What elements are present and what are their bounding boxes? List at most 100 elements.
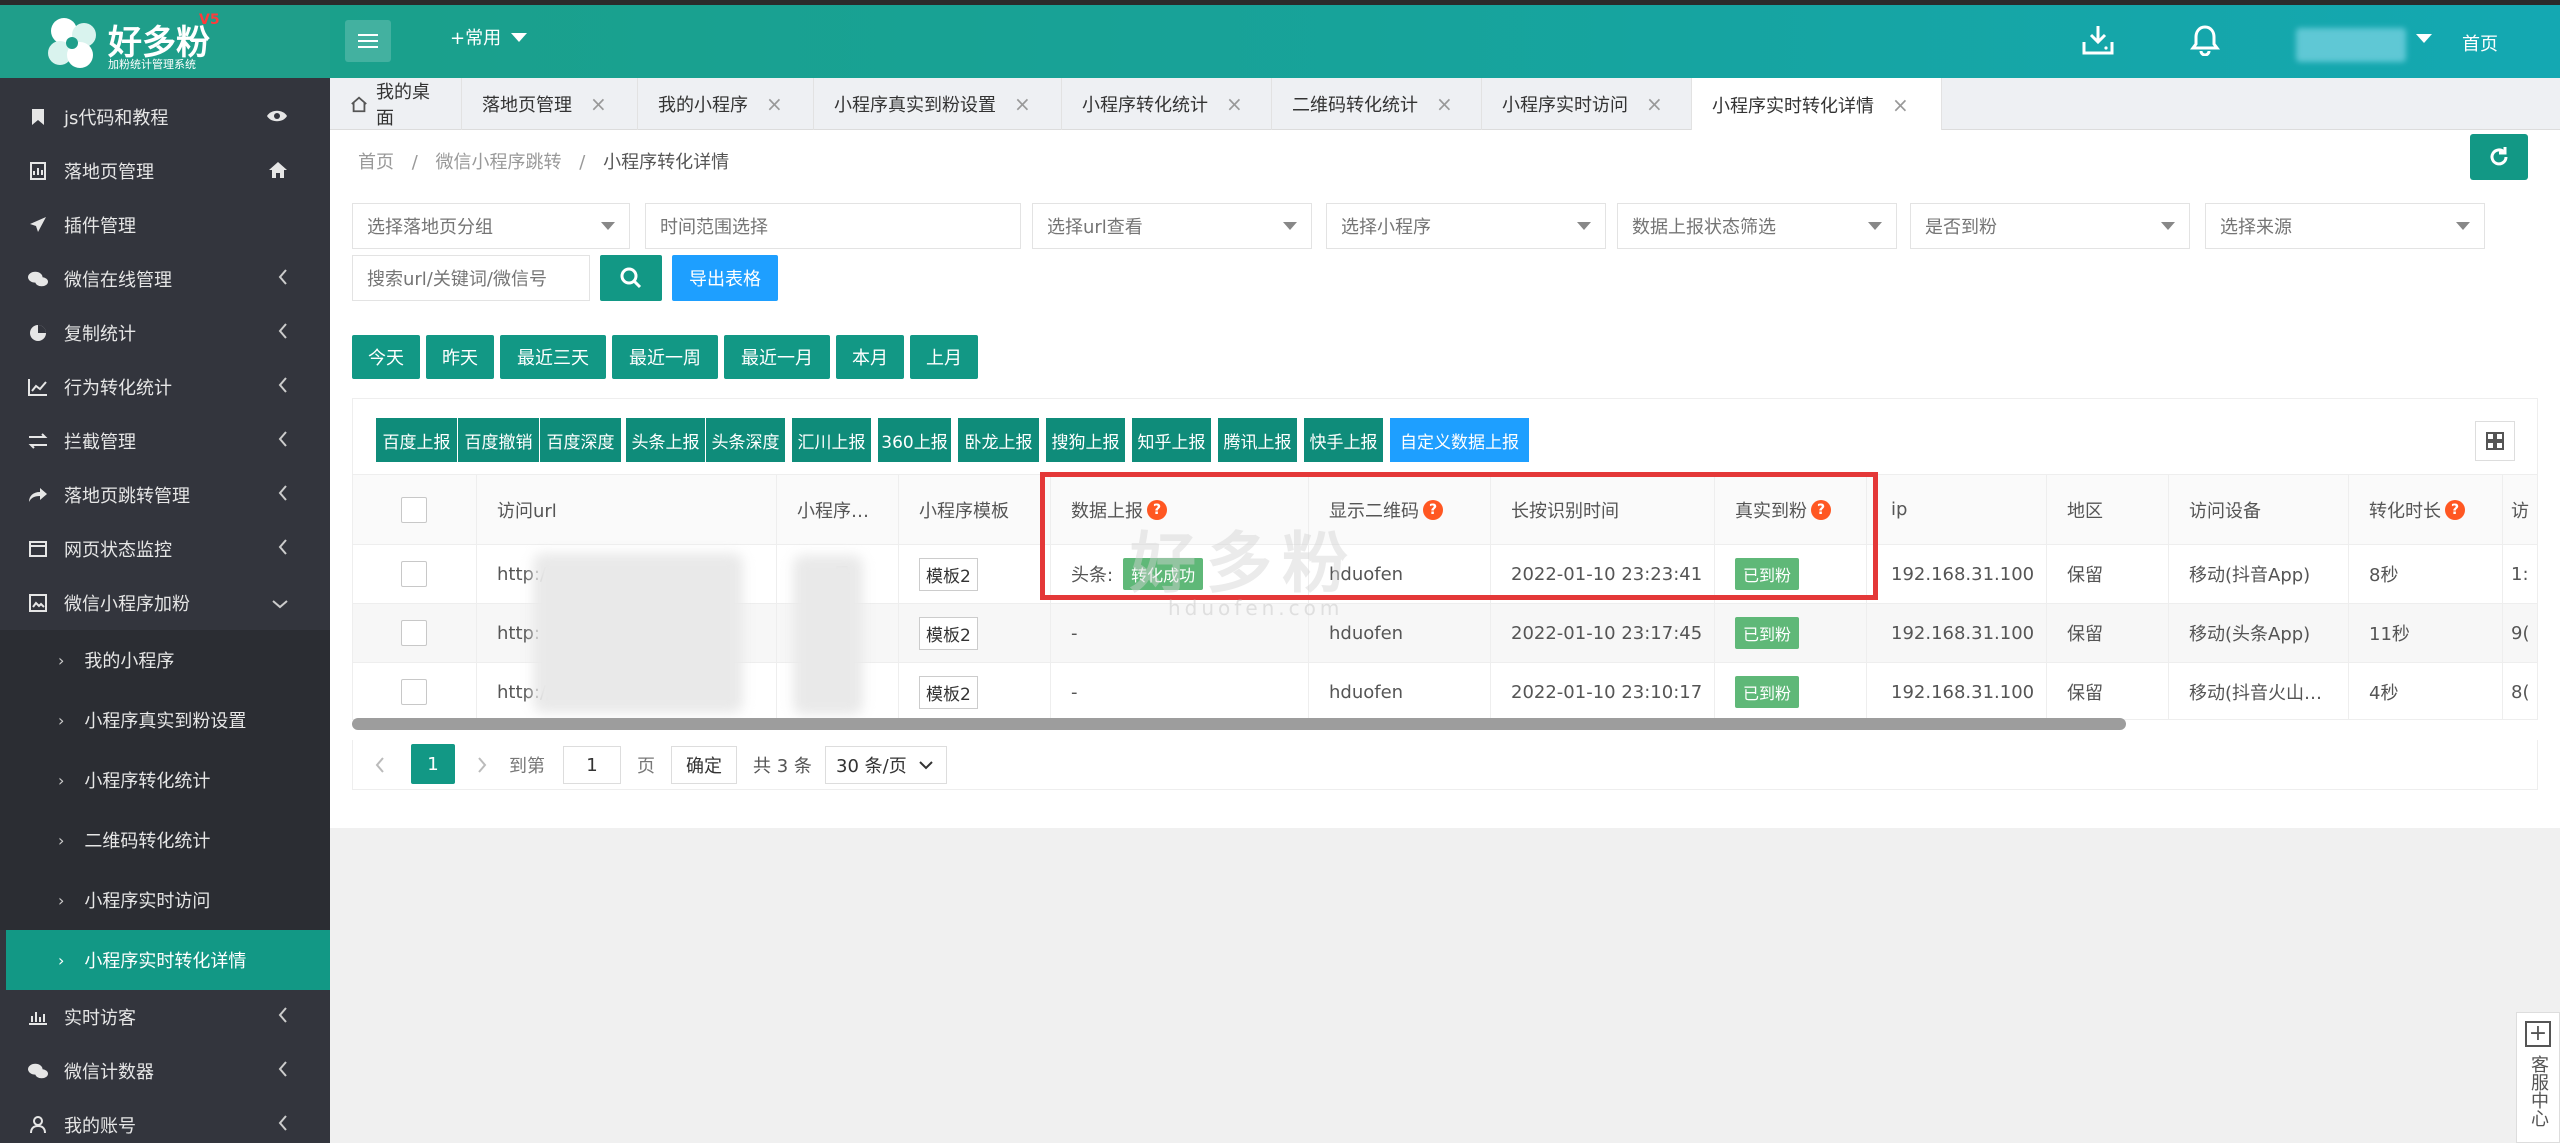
tab-realtime-visits[interactable]: 小程序实时访问 × (1482, 78, 1692, 130)
report-wolong-button[interactable]: 卧龙上报 (958, 418, 1040, 462)
next-page-button[interactable] (477, 740, 487, 790)
close-icon[interactable]: × (1014, 92, 1031, 116)
chevron-left-icon (278, 323, 288, 344)
time-range-input[interactable]: 时间范围选择 (645, 203, 1021, 249)
row-checkbox[interactable] (401, 561, 427, 587)
report-zhihu-button[interactable]: 知乎上报 (1132, 418, 1212, 462)
sidebar-sub-realtime-conversion-details[interactable]: › 小程序实时转化详情 (6, 930, 330, 990)
report-baidu-cancel-button[interactable]: 百度撤销 (458, 418, 540, 462)
close-icon[interactable]: × (766, 92, 783, 116)
date-last3-button[interactable]: 最近三天 (500, 335, 606, 379)
refresh-button[interactable] (2470, 134, 2528, 180)
close-icon[interactable]: × (590, 92, 607, 116)
export-button[interactable]: 导出表格 (672, 255, 778, 301)
tab-realtime-conversion-details[interactable]: 小程序实时转化详情 × (1692, 78, 1942, 131)
column-settings-button[interactable] (2475, 421, 2515, 461)
sidebar-item-intercept[interactable]: 拦截管理 (0, 414, 330, 468)
cell-visit: 8( (2503, 663, 2537, 719)
close-icon[interactable]: × (1226, 92, 1243, 116)
cell-duration: 11秒 (2349, 604, 2503, 662)
row-checkbox[interactable] (401, 620, 427, 646)
sidebar-sub-real-fans-settings[interactable]: › 小程序真实到粉设置 (0, 690, 330, 750)
date-today-button[interactable]: 今天 (352, 335, 420, 379)
search-placeholder: 搜索url/关键词/微信号 (367, 269, 547, 290)
breadcrumb-home[interactable]: 首页 (358, 152, 394, 173)
goto-confirm-button[interactable]: 确定 (671, 746, 737, 784)
date-last-month-button[interactable]: 最近一月 (724, 335, 830, 379)
download-button[interactable] (2078, 20, 2118, 60)
date-last-week-button[interactable]: 最近一周 (612, 335, 718, 379)
sidebar-item-page-monitor[interactable]: 网页状态监控 (0, 522, 330, 576)
date-prev-month-button[interactable]: 上月 (910, 335, 978, 379)
goto-page-input[interactable]: 1 (563, 746, 621, 784)
home-link[interactable]: 首页 (2462, 30, 2498, 56)
tab-my-miniapp[interactable]: 我的小程序 × (638, 78, 814, 130)
tab-label: 我的桌面 (376, 82, 431, 129)
user-account-blurred[interactable] (2296, 28, 2406, 62)
select-landing-group[interactable]: 选择落地页分组 (352, 203, 630, 249)
report-360-button[interactable]: 360上报 (878, 418, 952, 462)
report-kuaishou-button[interactable]: 快手上报 (1304, 418, 1384, 462)
date-yesterday-button[interactable]: 昨天 (426, 335, 494, 379)
select-report-status[interactable]: 数据上报状态筛选 (1617, 203, 1897, 249)
menu-toggle-button[interactable] (345, 20, 391, 62)
search-input[interactable]: 搜索url/关键词/微信号 (352, 255, 590, 301)
breadcrumb-parent[interactable]: 微信小程序跳转 (436, 152, 562, 173)
bookmark-icon (28, 107, 48, 127)
tab-landing-pages[interactable]: 落地页管理 × (462, 78, 638, 130)
customer-service-button[interactable]: + 客服中心 (2516, 1012, 2560, 1143)
logo[interactable]: 好多粉 V5 加粉统计管理系统 (0, 5, 330, 78)
report-toutiao-deep-button[interactable]: 头条深度 (706, 418, 786, 462)
sidebar-sub-my-miniapp[interactable]: › 我的小程序 (0, 630, 330, 690)
sidebar-item-realtime-visitors[interactable]: 实时访客 (0, 990, 330, 1044)
sidebar-item-copy-stats[interactable]: 复制统计 (0, 306, 330, 360)
report-custom-button[interactable]: 自定义数据上报 (1390, 418, 1530, 462)
close-icon[interactable]: × (1892, 93, 1909, 117)
report-sogou-button[interactable]: 搜狗上报 (1046, 418, 1126, 462)
sidebar-item-js-code[interactable]: js代码和教程 (0, 90, 330, 144)
close-icon[interactable]: × (1646, 92, 1663, 116)
tab-my-desktop[interactable]: 我的桌面 (330, 78, 462, 130)
search-button[interactable] (600, 255, 662, 301)
select-miniapp[interactable]: 选择小程序 (1326, 203, 1606, 249)
sidebar-item-behavior-stats[interactable]: 行为转化统计 (0, 360, 330, 414)
cell-device: 移动(抖音App) (2169, 545, 2349, 603)
sidebar-item-wechat-counter[interactable]: 微信计数器 (0, 1044, 330, 1098)
horizontal-scrollbar[interactable] (352, 718, 2126, 730)
sidebar-sub-miniapp-conversion[interactable]: › 小程序转化统计 (0, 750, 330, 810)
row-checkbox[interactable] (401, 679, 427, 705)
per-page-select[interactable]: 30 条/页 (825, 746, 947, 784)
date-this-month-button[interactable]: 本月 (836, 335, 904, 379)
tab-miniapp-conversion[interactable]: 小程序转化统计 × (1062, 78, 1272, 130)
sidebar-item-redirect[interactable]: 落地页跳转管理 (0, 468, 330, 522)
select-all-checkbox[interactable] (401, 496, 427, 523)
select-arrived[interactable]: 是否到粉 (1910, 203, 2190, 249)
header-label: 访问设备 (2189, 500, 2261, 522)
sidebar-item-my-account[interactable]: 我的账号 (0, 1098, 330, 1143)
report-toutiao-button[interactable]: 头条上报 (626, 418, 706, 462)
common-menu[interactable]: +常用 (450, 24, 528, 50)
cell-region-text: 保留 (2067, 683, 2103, 704)
sidebar-sub-qrcode-conversion[interactable]: › 二维码转化统计 (0, 810, 330, 870)
page-1-button[interactable]: 1 (411, 744, 455, 784)
report-baidu-button[interactable]: 百度上报 (376, 418, 458, 462)
select-source[interactable]: 选择来源 (2205, 203, 2485, 249)
sidebar-item-plugins[interactable]: 插件管理 (0, 198, 330, 252)
header-label: 转化时长 (2369, 500, 2441, 522)
help-icon[interactable]: ? (2445, 499, 2465, 520)
user-caret-down-icon[interactable] (2416, 34, 2432, 43)
prev-page-button[interactable] (375, 740, 385, 790)
select-url[interactable]: 选择url查看 (1032, 203, 1312, 249)
sidebar-item-landing-pages[interactable]: 落地页管理 (0, 144, 330, 198)
close-icon[interactable]: × (1436, 92, 1453, 116)
tab-real-fans-settings[interactable]: 小程序真实到粉设置 × (814, 78, 1062, 130)
window-edge (0, 0, 2560, 5)
tab-qrcode-conversion[interactable]: 二维码转化统计 × (1272, 78, 1482, 130)
report-tencent-button[interactable]: 腾讯上报 (1218, 418, 1298, 462)
report-baidu-deep-button[interactable]: 百度深度 (540, 418, 622, 462)
sidebar-sub-realtime-visits[interactable]: › 小程序实时访问 (0, 870, 330, 930)
report-huichuan-button[interactable]: 汇川上报 (792, 418, 872, 462)
sidebar-item-miniapp-fans[interactable]: 微信小程序加粉 (0, 576, 330, 630)
sidebar-item-wechat-online[interactable]: 微信在线管理 (0, 252, 330, 306)
notification-button[interactable] (2185, 20, 2225, 60)
